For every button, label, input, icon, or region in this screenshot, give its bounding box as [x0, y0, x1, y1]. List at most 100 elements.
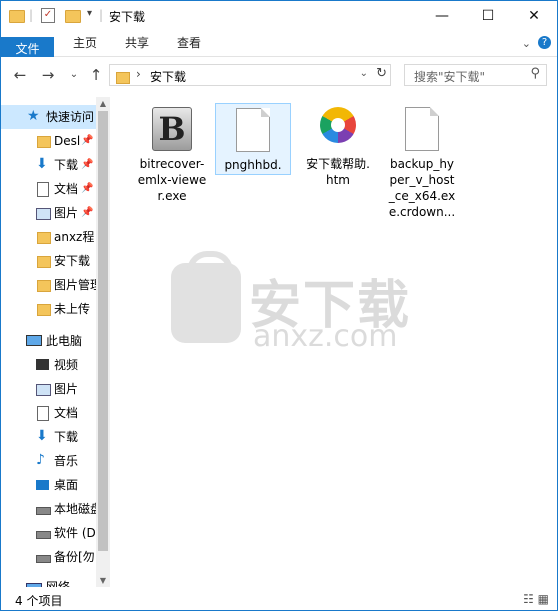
new-folder-icon[interactable]	[65, 10, 81, 23]
refresh-icon[interactable]: ↻	[376, 66, 387, 81]
maximize-button[interactable]: ☐	[465, 1, 511, 31]
view-toggle-icons[interactable]: ☷ ▦	[523, 592, 549, 606]
drive-icon	[36, 531, 51, 539]
sidebar-item-anxz[interactable]: anxz程	[1, 225, 97, 249]
star-icon: ★	[27, 108, 40, 124]
forward-arrow-icon[interactable]: →	[39, 66, 57, 84]
browser-icon	[318, 107, 358, 153]
properties-icon[interactable]: ✓	[41, 8, 55, 23]
sidebar-item-label: anxz程	[54, 230, 95, 244]
explorer-window: | ✓ ▾ | 安下载 — ☐ ✕ 文件 主页 共享 查看 ⌄ ? ← → ⌄ …	[0, 0, 558, 611]
sidebar-item-anxiazai[interactable]: 安下载	[1, 249, 97, 273]
sidebar-item-pc-pictures[interactable]: 图片	[1, 377, 97, 401]
file-item[interactable]: 安下载帮助.htm	[301, 103, 375, 188]
sidebar-item-network[interactable]: 网络	[1, 575, 97, 587]
title-bar: | ✓ ▾ | 安下载 — ☐ ✕	[1, 1, 557, 31]
pin-icon: 📌	[81, 207, 94, 218]
sidebar-item-pc-documents[interactable]: 文档	[1, 401, 97, 425]
folder-icon	[37, 304, 51, 316]
document-icon	[37, 406, 49, 421]
network-icon	[26, 583, 42, 587]
navigation-bar: ← → ⌄ ↑ › 安下载 ⌄ ↻ 搜索"安下载" ⚲	[1, 57, 557, 93]
folder-icon[interactable]	[9, 10, 25, 23]
sidebar-scrollbar[interactable]: ▲ ▼	[96, 97, 110, 587]
sidebar-item-pictures[interactable]: 图片 📌	[1, 201, 97, 225]
sidebar-item-software-drive[interactable]: 软件 (D	[1, 521, 97, 545]
separator: |	[29, 8, 34, 22]
sidebar-item-label: 下载	[54, 158, 79, 172]
sidebar-item-picture-manager[interactable]: 图片管理	[1, 273, 97, 297]
folder-icon	[37, 232, 51, 244]
file-name: bitrecover-emlx-viewer.exe	[137, 157, 207, 203]
status-bar: 4 个项目 ☷ ▦	[1, 588, 557, 610]
sidebar-item-documents[interactable]: 文档 📌	[1, 177, 97, 201]
sidebar-item-videos[interactable]: 视频	[1, 353, 97, 377]
sidebar-item-label: 此电脑	[46, 334, 83, 348]
folder-icon	[37, 256, 51, 268]
sidebar-item-local-disk[interactable]: 本地磁盘	[1, 497, 97, 521]
sidebar-item-label: 视频	[54, 358, 79, 372]
ribbon-tabs: 文件 主页 共享 查看 ⌄ ?	[1, 31, 557, 62]
computer-icon	[26, 335, 42, 346]
scroll-up-icon[interactable]: ▲	[96, 99, 110, 108]
file-name: 安下载帮助.htm	[306, 157, 370, 187]
blank-file-icon	[402, 107, 442, 153]
download-arrow-icon: ⬇	[36, 156, 48, 172]
sidebar-item-label: Desl	[54, 134, 81, 148]
file-item[interactable]: B bitrecover-emlx-viewer.exe	[135, 103, 209, 204]
search-input[interactable]: 搜索"安下载"	[414, 68, 485, 85]
expand-ribbon-icon[interactable]: ⌄	[522, 31, 531, 56]
pin-icon: 📌	[81, 183, 94, 194]
recent-locations-icon[interactable]: ⌄	[65, 69, 83, 80]
watermark-domain: anxz.com	[253, 319, 398, 354]
tab-share[interactable]: 共享	[115, 31, 159, 56]
sidebar-item-label: 软件 (D	[54, 526, 96, 540]
search-box[interactable]: 搜索"安下载" ⚲	[404, 64, 547, 86]
sidebar-item-desktop[interactable]: Desl 📌	[1, 129, 97, 153]
sidebar-item-label: 图片	[54, 382, 79, 396]
sidebar-item-label: 快速访问	[46, 110, 95, 124]
file-item-selected[interactable]: pnghhbd.	[215, 103, 291, 175]
back-arrow-icon[interactable]: ←	[11, 66, 29, 84]
sidebar-item-this-pc[interactable]: 此电脑	[1, 329, 97, 353]
sidebar-item-label: 音乐	[54, 454, 79, 468]
pin-icon: 📌	[81, 135, 94, 146]
breadcrumb[interactable]: 安下载	[150, 68, 186, 85]
scrollbar-thumb[interactable]	[98, 111, 108, 551]
music-icon: ♪	[36, 452, 45, 468]
sidebar-item-label: 图片管理	[54, 278, 97, 292]
shield-bag-logo	[171, 251, 241, 343]
download-arrow-icon: ⬇	[36, 428, 48, 444]
close-button[interactable]: ✕	[511, 1, 557, 31]
customize-dropdown-icon[interactable]: ▾	[87, 8, 92, 19]
help-icon[interactable]: ?	[538, 36, 551, 49]
search-icon[interactable]: ⚲	[530, 66, 540, 81]
tab-view[interactable]: 查看	[167, 31, 211, 56]
separator: |	[99, 8, 104, 22]
tab-home[interactable]: 主页	[63, 31, 107, 56]
address-dropdown-icon[interactable]: ⌄	[360, 68, 368, 79]
minimize-button[interactable]: —	[419, 1, 465, 31]
sidebar-item-downloads[interactable]: ⬇ 下载 📌	[1, 153, 97, 177]
address-bar[interactable]: › 安下载 ⌄ ↻	[109, 64, 391, 86]
pin-icon: 📌	[81, 159, 94, 170]
file-item[interactable]: backup_hyper_v_host_ce_x64.exe.crdown...	[385, 103, 459, 220]
blank-file-icon	[233, 108, 273, 154]
b-app-icon: B	[152, 107, 192, 153]
scroll-down-icon[interactable]: ▼	[96, 576, 110, 585]
sidebar-item-label: 网络	[46, 580, 71, 587]
sidebar-item-backup-drive[interactable]: 备份[勿	[1, 545, 97, 569]
up-arrow-icon[interactable]: ↑	[87, 66, 105, 84]
sidebar-item-music[interactable]: ♪ 音乐	[1, 449, 97, 473]
folder-icon	[116, 72, 130, 84]
sidebar-item-label: 未上传	[54, 302, 91, 316]
sidebar-item-label: 文档	[54, 406, 79, 420]
item-count: 4 个项目	[15, 594, 63, 608]
sidebar-item-quick-access[interactable]: ★ 快速访问	[1, 105, 97, 129]
sidebar-item-not-uploaded[interactable]: 未上传	[1, 297, 97, 321]
sidebar-item-pc-downloads[interactable]: ⬇ 下载	[1, 425, 97, 449]
file-name: pnghhbd.	[224, 158, 282, 172]
sidebar-item-desktop-pc[interactable]: 桌面	[1, 473, 97, 497]
drive-icon	[36, 555, 51, 563]
drive-icon	[36, 507, 51, 515]
